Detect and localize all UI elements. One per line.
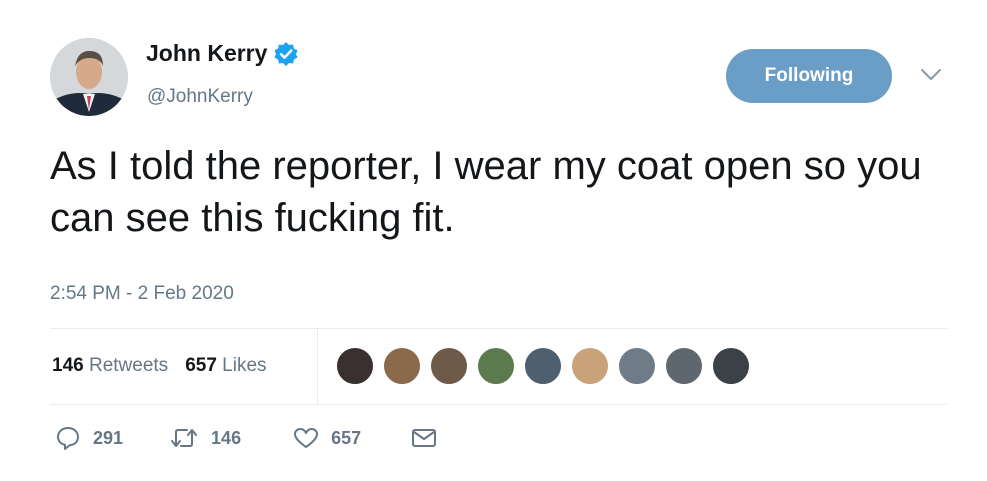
tweet-text: As I told the reporter, I wear my coat o… <box>50 144 922 240</box>
avatar[interactable] <box>50 38 128 116</box>
envelope-icon <box>411 427 437 449</box>
divider <box>50 328 947 329</box>
reply-count: 291 <box>93 427 124 448</box>
liker-avatar[interactable] <box>665 347 703 385</box>
liker-avatar[interactable] <box>524 347 562 385</box>
retweets-stat-count: 146 <box>52 355 84 376</box>
retweets-stat[interactable]: 146 Retweets <box>52 355 168 377</box>
engagement-stats: 146 Retweets 657 Likes <box>52 355 284 377</box>
liker-avatar[interactable] <box>430 347 468 385</box>
retweets-stat-label: Retweets <box>88 355 169 376</box>
retweet-count: 146 <box>211 427 242 448</box>
verified-badge-icon <box>273 41 299 67</box>
liker-avatar[interactable] <box>618 347 656 385</box>
like-count: 657 <box>331 427 362 448</box>
retweet-button[interactable]: 146 <box>169 425 241 451</box>
tweet-actions: 291 146 657 <box>55 425 437 451</box>
chevron-down-icon[interactable] <box>920 68 942 82</box>
following-button[interactable]: Following <box>726 49 892 103</box>
divider <box>317 329 318 404</box>
author-handle[interactable]: @JohnKerry <box>147 86 253 108</box>
likes-stat-label: Likes <box>222 355 267 376</box>
liker-avatar[interactable] <box>712 347 750 385</box>
liker-avatar[interactable] <box>477 347 515 385</box>
liker-avatar[interactable] <box>383 347 421 385</box>
likes-stat[interactable]: 657 Likes <box>185 355 266 377</box>
liker-avatars <box>336 347 759 385</box>
liker-avatar[interactable] <box>336 347 374 385</box>
author-display-name[interactable]: John Kerry <box>146 40 267 67</box>
heart-icon <box>293 426 319 450</box>
liker-avatar[interactable] <box>571 347 609 385</box>
reply-icon <box>55 425 81 451</box>
tweet-timestamp[interactable]: 2:54 PM - 2 Feb 2020 <box>50 283 234 305</box>
reply-button[interactable]: 291 <box>55 425 123 451</box>
divider <box>50 404 947 405</box>
like-button[interactable]: 657 <box>293 426 361 450</box>
likes-stat-count: 657 <box>185 355 217 376</box>
direct-message-button[interactable] <box>411 427 437 449</box>
author-name-row: John Kerry <box>146 40 299 67</box>
retweet-icon <box>169 425 199 451</box>
